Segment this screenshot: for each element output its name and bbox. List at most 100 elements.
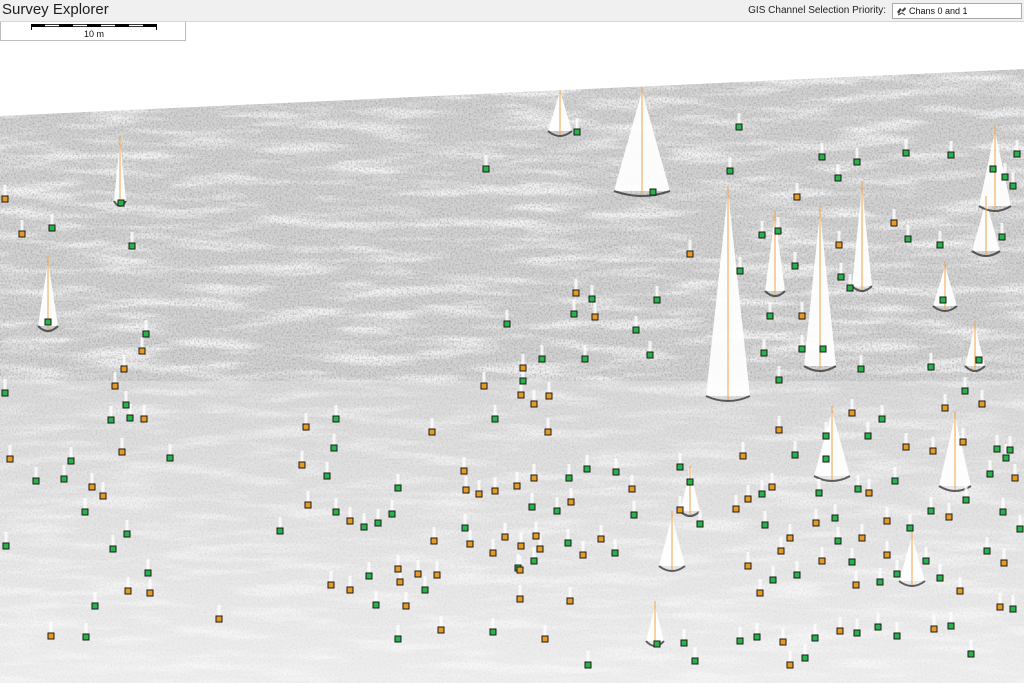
contact-marker-green[interactable]	[332, 415, 340, 423]
contact-marker-orange[interactable]	[302, 423, 310, 431]
contact-marker-orange[interactable]	[346, 517, 354, 525]
contact-marker-green[interactable]	[726, 167, 734, 175]
contact-marker-orange[interactable]	[798, 312, 806, 320]
contact-marker-green[interactable]	[822, 455, 830, 463]
contact-marker-green[interactable]	[123, 530, 131, 538]
contact-marker-green[interactable]	[876, 578, 884, 586]
contact-marker-orange[interactable]	[298, 461, 306, 469]
contact-marker-orange[interactable]	[597, 535, 605, 543]
contact-marker-green[interactable]	[491, 415, 499, 423]
contact-marker-green[interactable]	[686, 478, 694, 486]
contact-marker-orange[interactable]	[120, 365, 128, 373]
contact-marker-orange[interactable]	[793, 193, 801, 201]
contact-marker-green[interactable]	[975, 356, 983, 364]
contact-marker-green[interactable]	[388, 510, 396, 518]
contact-marker-orange[interactable]	[732, 505, 740, 513]
contact-marker-green[interactable]	[1016, 525, 1024, 533]
contact-marker-orange[interactable]	[544, 428, 552, 436]
contact-marker-green[interactable]	[611, 549, 619, 557]
contact-marker-orange[interactable]	[99, 492, 107, 500]
contact-marker-green[interactable]	[758, 490, 766, 498]
contact-marker-green[interactable]	[962, 496, 970, 504]
contact-marker-orange[interactable]	[491, 487, 499, 495]
contact-marker-green[interactable]	[793, 571, 801, 579]
contact-marker-orange[interactable]	[756, 589, 764, 597]
contact-marker-green[interactable]	[735, 123, 743, 131]
contact-marker-orange[interactable]	[786, 661, 794, 669]
contact-marker-green[interactable]	[2, 542, 10, 550]
contact-marker-green[interactable]	[798, 345, 806, 353]
contact-marker-green[interactable]	[117, 199, 125, 207]
contact-marker-green[interactable]	[936, 241, 944, 249]
contact-marker-green[interactable]	[822, 432, 830, 440]
contact-marker-green[interactable]	[736, 637, 744, 645]
contact-marker-green[interactable]	[632, 326, 640, 334]
contact-marker-orange[interactable]	[744, 495, 752, 503]
contact-marker-green[interactable]	[989, 165, 997, 173]
contact-marker-green[interactable]	[854, 485, 862, 493]
contact-marker-green[interactable]	[927, 507, 935, 515]
contact-marker-orange[interactable]	[996, 603, 1004, 611]
contact-marker-orange[interactable]	[138, 347, 146, 355]
contact-marker-green[interactable]	[986, 470, 994, 478]
contact-marker-green[interactable]	[372, 601, 380, 609]
contact-marker-orange[interactable]	[519, 364, 527, 372]
contact-marker-green[interactable]	[834, 537, 842, 545]
contact-marker-orange[interactable]	[460, 467, 468, 475]
contact-marker-green[interactable]	[67, 457, 75, 465]
contact-marker-green[interactable]	[791, 451, 799, 459]
contact-marker-orange[interactable]	[739, 452, 747, 460]
contact-marker-orange[interactable]	[6, 455, 14, 463]
contact-marker-orange[interactable]	[346, 586, 354, 594]
contact-marker-orange[interactable]	[775, 426, 783, 434]
contact-marker-green[interactable]	[864, 432, 872, 440]
contact-marker-orange[interactable]	[779, 638, 787, 646]
contact-marker-orange[interactable]	[579, 551, 587, 559]
contact-marker-green[interactable]	[421, 586, 429, 594]
gis-channel-priority-dropdown[interactable]: Chans 0 and 1	[892, 3, 1022, 19]
contact-marker-orange[interactable]	[902, 443, 910, 451]
contact-marker-green[interactable]	[330, 444, 338, 452]
contact-marker-orange[interactable]	[516, 566, 524, 574]
contact-marker-green[interactable]	[766, 312, 774, 320]
contact-marker-orange[interactable]	[865, 489, 873, 497]
contact-marker-orange[interactable]	[430, 537, 438, 545]
contact-marker-green[interactable]	[967, 650, 975, 658]
contact-marker-green[interactable]	[530, 557, 538, 565]
contact-marker-green[interactable]	[528, 503, 536, 511]
contact-marker-orange[interactable]	[18, 230, 26, 238]
contact-marker-green[interactable]	[142, 330, 150, 338]
contact-marker-orange[interactable]	[475, 490, 483, 498]
contact-marker-orange[interactable]	[394, 565, 402, 573]
contact-marker-green[interactable]	[848, 558, 856, 566]
contact-marker-green[interactable]	[374, 519, 382, 527]
contact-marker-orange[interactable]	[768, 483, 776, 491]
contact-marker-green[interactable]	[570, 310, 578, 318]
contact-marker-green[interactable]	[837, 273, 845, 281]
contact-marker-orange[interactable]	[47, 632, 55, 640]
contact-marker-green[interactable]	[122, 401, 130, 409]
contact-marker-green[interactable]	[332, 508, 340, 516]
contact-marker-green[interactable]	[1002, 454, 1010, 462]
contact-marker-green[interactable]	[853, 629, 861, 637]
contact-marker-orange[interactable]	[428, 428, 436, 436]
contact-marker-green[interactable]	[553, 507, 561, 515]
contact-marker-orange[interactable]	[88, 483, 96, 491]
contact-marker-orange[interactable]	[516, 595, 524, 603]
contact-marker-green[interactable]	[653, 296, 661, 304]
contact-marker-green[interactable]	[82, 633, 90, 641]
contact-marker-green[interactable]	[819, 345, 827, 353]
contact-marker-orange[interactable]	[930, 625, 938, 633]
contact-marker-green[interactable]	[126, 414, 134, 422]
contact-marker-orange[interactable]	[858, 534, 866, 542]
contact-marker-green[interactable]	[166, 454, 174, 462]
contact-marker-green[interactable]	[736, 267, 744, 275]
contact-marker-green[interactable]	[811, 634, 819, 642]
contact-marker-orange[interactable]	[501, 533, 509, 541]
contact-marker-orange[interactable]	[978, 400, 986, 408]
contact-marker-green[interactable]	[902, 149, 910, 157]
contact-marker-orange[interactable]	[480, 382, 488, 390]
contact-marker-green[interactable]	[998, 233, 1006, 241]
contact-marker-orange[interactable]	[215, 615, 223, 623]
contact-marker-green[interactable]	[583, 465, 591, 473]
